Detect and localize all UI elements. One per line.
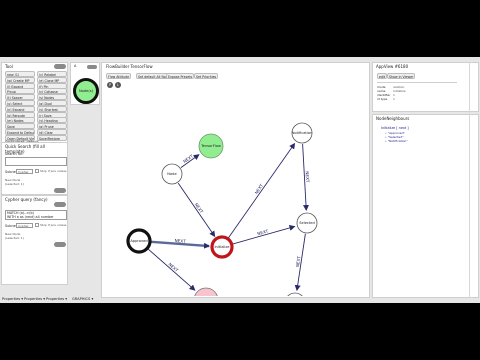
quick-search-input[interactable] — [5, 157, 67, 166]
app-view-panel: AppView #6180 edit Show in Viewer mode re… — [372, 62, 479, 112]
toolbox-button[interactable]: Save/Restore — [37, 134, 67, 141]
graph-node-label: Approved — [130, 239, 147, 243]
quick-search-panel: Quick Search (fill all template) Search … — [1, 142, 68, 195]
graph-node-label: Initialize — [214, 245, 230, 249]
graph-node-label: TensorFlow — [200, 144, 221, 148]
graph-title: FlowBuilder TensorFlow — [106, 64, 153, 69]
graph-node-label: Notification — [292, 131, 313, 135]
graph-canvas[interactable]: NEXTNEXTNEXTNEXTNEXTNEXTNEXTNEXTNEXT Ten… — [102, 90, 369, 296]
graph-toolbar-button[interactable]: Set Priorities — [194, 73, 219, 79]
cypher-checkbox[interactable] — [35, 223, 39, 227]
mini-panel: A Node(s) — [70, 62, 100, 105]
neighbours-title: NodeNeighbours — [376, 116, 410, 121]
mini-node-label: Node(s) — [79, 89, 94, 93]
quick-search-field-label: Search for: — [5, 152, 24, 156]
neighbours-panel: NodeNeighbours Initialize [ next ] • "Ap… — [372, 114, 479, 298]
app-view-row-key: id type — [377, 97, 388, 101]
show-in-viewer-button[interactable]: Show in Viewer — [387, 73, 416, 79]
neighbours-root[interactable]: Initialize [ next ] — [381, 126, 409, 130]
graph-node-label: Selected — [299, 221, 315, 225]
mini-node[interactable]: Node(s) — [71, 69, 101, 105]
toolbox-button[interactable]: (n) Expand — [5, 105, 35, 112]
toolbox-panel: Tool new (1) (c) Relabel (w) Create MP (e) … — [1, 62, 68, 148]
graph-node-transfer[interactable] — [194, 287, 218, 296]
graph-node-label: Node — [167, 172, 177, 176]
graph-node-validator[interactable] — [285, 292, 305, 296]
bottom-tab[interactable]: Properties ▾ — [24, 297, 45, 301]
cypher-run-toggle[interactable] — [54, 242, 66, 247]
graph-icon-l[interactable]: L — [115, 82, 121, 88]
app-window: Tool new (1) (c) Relabel (w) Create MP (e) … — [0, 57, 480, 303]
quick-search-checkbox-label: Stop if pos unless — [40, 169, 67, 173]
toolbox-toggle[interactable] — [54, 64, 66, 69]
quick-search-mode-select[interactable]: Cypher — [16, 169, 33, 174]
quick-search-mode-value: Cypher — [18, 170, 29, 174]
bottom-tab[interactable]: GRAPHICS ▾ — [72, 297, 93, 301]
quick-search-result-value: (selected: 1) — [5, 182, 24, 186]
quick-search-checkbox[interactable] — [35, 169, 39, 173]
graph-toolbar-button[interactable]: Expose Presets — [166, 73, 195, 79]
graph-edge[interactable] — [147, 248, 196, 291]
graph-edge-label: NEXT — [305, 171, 311, 183]
graph-icon-p[interactable]: P — [107, 82, 113, 88]
mini-label: A — [74, 64, 77, 68]
scroll-track[interactable] — [469, 62, 470, 298]
cypher-checkbox-label: Stop if pos unless — [40, 223, 67, 227]
cypher-panel: Cypher query (fancy) MATCH (a)-->(b) WIT… — [1, 195, 68, 285]
app-view-row-value: 1 — [393, 97, 395, 101]
quick-search-run-toggle[interactable] — [54, 188, 66, 193]
bottom-tab[interactable]: Properties ▾ — [46, 297, 67, 301]
graph-toolbar-button[interactable]: Flow Attitude — [106, 73, 132, 79]
cypher-mode-select[interactable]: Cypher — [16, 223, 33, 228]
toolbox-button[interactable]: (v) Shortest — [37, 105, 67, 112]
toolbox-button[interactable]: (e) Clone MP — [37, 76, 67, 83]
graph-edge[interactable] — [177, 182, 216, 238]
cypher-result-value: (selected: 1) — [5, 236, 24, 240]
cypher-toggle[interactable] — [54, 202, 66, 207]
bottom-tab[interactable]: Properties ▾ — [2, 297, 23, 301]
graph-panel: FlowBuilder TensorFlow Flow Attitude Set … — [101, 62, 370, 298]
cypher-mode-value: Cypher — [18, 224, 29, 228]
graph-edge-label: NEXT — [174, 238, 186, 244]
edit-button[interactable]: edit — [377, 73, 388, 79]
neighbours-child[interactable]: • "Notification" — [385, 139, 408, 143]
cypher-query-input[interactable]: MATCH (a)-->(b) WITH a as (next) a4 numb… — [5, 210, 67, 220]
app-view-title: AppView #6180 — [376, 64, 409, 69]
toolbox-button[interactable]: (w) Create MP — [5, 76, 35, 83]
graph-edge[interactable] — [227, 142, 296, 239]
app-view-divider — [377, 82, 457, 83]
